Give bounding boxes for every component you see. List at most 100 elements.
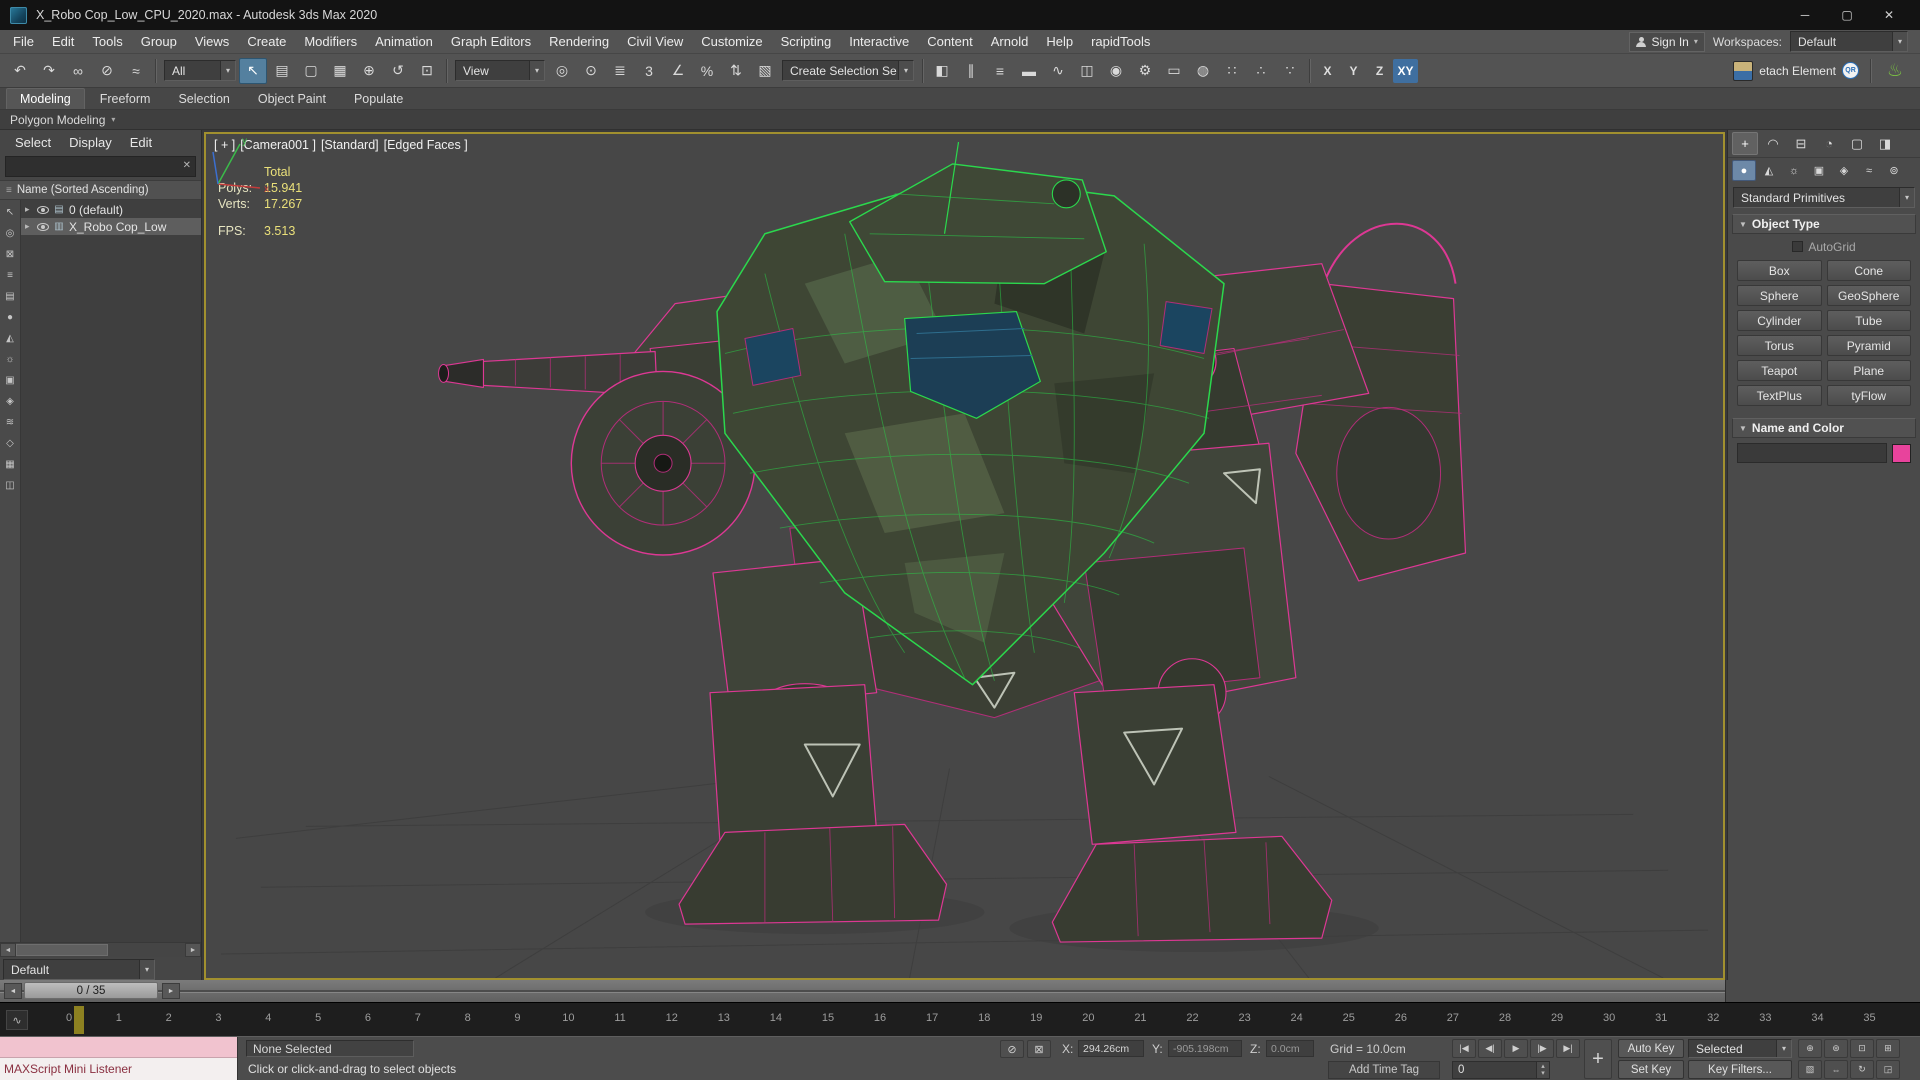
ribbon-tab[interactable]: Selection bbox=[165, 89, 242, 109]
select-and-manipulate-icon[interactable]: ⊙ bbox=[577, 58, 605, 84]
menu-item[interactable]: Edit bbox=[43, 31, 83, 52]
explorer-lock-icon[interactable]: ⊠ bbox=[1, 244, 19, 265]
zoom-all-icon[interactable]: ⊛ bbox=[1824, 1039, 1848, 1058]
expand-arrow-icon[interactable]: ▸ bbox=[25, 221, 33, 232]
menu-item[interactable]: Customize bbox=[692, 31, 771, 52]
time-slider[interactable]: ◄ 0 / 35 ► bbox=[0, 980, 1920, 1002]
explorer-xrefs-filter-icon[interactable]: ◫ bbox=[1, 475, 19, 496]
menu-item[interactable]: File bbox=[4, 31, 43, 52]
object-color-swatch[interactable] bbox=[1892, 443, 1911, 463]
x-coordinate-field[interactable]: 294.26cm bbox=[1078, 1040, 1144, 1057]
shapes-category-icon[interactable]: ◭ bbox=[1757, 160, 1781, 181]
key-filters-button[interactable]: Key Filters... bbox=[1688, 1060, 1792, 1079]
select-by-name-icon[interactable]: ▤ bbox=[268, 58, 296, 84]
scroll-left-icon[interactable]: ◄ bbox=[0, 943, 16, 957]
ribbon-tab[interactable]: Object Paint bbox=[245, 89, 339, 109]
next-frame-button[interactable]: |▶ bbox=[1530, 1039, 1554, 1058]
texture-tool-icon[interactable] bbox=[1733, 60, 1754, 81]
orbit-icon[interactable]: ↻ bbox=[1850, 1060, 1874, 1079]
explorer-shapes-filter-icon[interactable]: ◭ bbox=[1, 328, 19, 349]
explorer-layers-icon[interactable]: ▤ bbox=[1, 286, 19, 307]
next-frame-nudge-icon[interactable]: ► bbox=[162, 983, 180, 999]
motion-tab-icon[interactable]: ◔ bbox=[1816, 132, 1842, 155]
object-name-field[interactable] bbox=[1737, 443, 1887, 463]
timeline-frame-label[interactable]: 19 bbox=[1030, 1012, 1042, 1024]
timeline-frame-label[interactable]: 27 bbox=[1447, 1012, 1459, 1024]
timeline-frame-label[interactable]: 3 bbox=[213, 1012, 223, 1024]
timeline-frame-label[interactable]: 9 bbox=[512, 1012, 522, 1024]
spacewarps-category-icon[interactable]: ≈ bbox=[1857, 160, 1881, 181]
ribbon-tab[interactable]: Freeform bbox=[87, 89, 164, 109]
render-teapot-icon[interactable]: ♨ bbox=[1882, 60, 1908, 81]
app-icon[interactable] bbox=[10, 6, 27, 24]
menu-item[interactable]: Modifiers bbox=[295, 31, 366, 52]
isolate-selection-icon[interactable]: ⊘ bbox=[1000, 1040, 1024, 1058]
geometry-category-icon[interactable]: ● bbox=[1732, 160, 1756, 181]
maxscript-listener-row[interactable]: MAXScript Mini Listener bbox=[0, 1058, 237, 1080]
rectangular-selection-region-icon[interactable]: ▢ bbox=[297, 58, 325, 84]
menu-item[interactable]: Group bbox=[132, 31, 186, 52]
create-tab-icon[interactable]: + bbox=[1732, 132, 1758, 155]
expand-arrow-icon[interactable]: ▸ bbox=[25, 204, 33, 215]
minimize-button[interactable]: ─ bbox=[1784, 0, 1826, 30]
timeline-frame-label[interactable]: 10 bbox=[562, 1012, 574, 1024]
explorer-bones-filter-icon[interactable]: ◇ bbox=[1, 433, 19, 454]
snap-array-icon-3[interactable]: ∵ bbox=[1276, 58, 1304, 84]
render-production-icon[interactable]: ◍ bbox=[1189, 58, 1217, 84]
snap-array-icon-2[interactable]: ∴ bbox=[1247, 58, 1275, 84]
timeline-frame-label[interactable]: 16 bbox=[874, 1012, 886, 1024]
select-and-rotate-icon[interactable]: ↺ bbox=[384, 58, 412, 84]
primitive-button[interactable]: Box bbox=[1737, 260, 1822, 281]
detach-element-label[interactable]: etach Element bbox=[1759, 64, 1836, 78]
redo-icon[interactable]: ↷ bbox=[35, 58, 63, 84]
timeline-frame-label[interactable]: 5 bbox=[313, 1012, 323, 1024]
unlink-selection-icon[interactable]: ⊘ bbox=[93, 58, 121, 84]
menu-item[interactable]: Help bbox=[1037, 31, 1082, 52]
explorer-geometry-filter-icon[interactable]: ● bbox=[1, 307, 19, 328]
visibility-eye-icon[interactable] bbox=[37, 205, 49, 214]
scene-explorer-search-input[interactable] bbox=[5, 156, 196, 177]
select-and-link-icon[interactable]: ∞ bbox=[64, 58, 92, 84]
scene-explorer-tab[interactable]: Display bbox=[62, 133, 119, 152]
maximize-viewport-icon[interactable]: ◲ bbox=[1876, 1060, 1900, 1079]
menu-item[interactable]: Create bbox=[238, 31, 295, 52]
display-tab-icon[interactable]: ▢ bbox=[1844, 132, 1870, 155]
rendered-frame-window-icon[interactable]: ▭ bbox=[1160, 58, 1188, 84]
menu-item[interactable]: Content bbox=[918, 31, 982, 52]
ribbon-tab[interactable]: Modeling bbox=[6, 88, 85, 109]
hierarchy-tab-icon[interactable]: ⊟ bbox=[1788, 132, 1814, 155]
selection-filter-dropdown[interactable]: All ▾ bbox=[164, 60, 236, 81]
zoom-icon[interactable]: ⊕ bbox=[1798, 1039, 1822, 1058]
menu-item[interactable]: rapidTools bbox=[1082, 31, 1159, 52]
lock-selection-icon[interactable]: ⊠ bbox=[1027, 1040, 1051, 1058]
named-selection-sets-icon[interactable]: ▧ bbox=[751, 58, 779, 84]
keyboard-shortcut-override-icon[interactable]: ≣ bbox=[606, 58, 634, 84]
align-icon[interactable]: ∥ bbox=[957, 58, 985, 84]
workspace-dropdown[interactable]: Default ▾ bbox=[1790, 31, 1908, 52]
previous-frame-button[interactable]: ◀| bbox=[1478, 1039, 1502, 1058]
camera-viewport[interactable]: [ + ] [Camera001 ] [Standard] [Edged Fac… bbox=[204, 132, 1725, 980]
mirror-icon[interactable]: ◧ bbox=[928, 58, 956, 84]
selection-set-key-dropdown[interactable]: Selected ▾ bbox=[1688, 1039, 1792, 1058]
bind-to-space-warp-icon[interactable]: ≈ bbox=[122, 58, 150, 84]
scene-explorer-scrollbar[interactable]: ◄ ► bbox=[0, 942, 201, 957]
window-crossing-icon[interactable]: ▦ bbox=[326, 58, 354, 84]
timeline-frame-label[interactable]: 33 bbox=[1759, 1012, 1771, 1024]
curve-editor-icon[interactable]: ∿ bbox=[1044, 58, 1072, 84]
cameras-category-icon[interactable]: ▣ bbox=[1807, 160, 1831, 181]
zoom-region-icon[interactable]: ▧ bbox=[1798, 1060, 1822, 1079]
auto-key-button[interactable]: Auto Key bbox=[1618, 1039, 1684, 1058]
axis-constraint-x-button[interactable]: X bbox=[1315, 59, 1340, 83]
timeline-frame-label[interactable]: 32 bbox=[1707, 1012, 1719, 1024]
time-slider-handle[interactable]: 0 / 35 bbox=[24, 982, 158, 999]
modify-tab-icon[interactable]: ◠ bbox=[1760, 132, 1786, 155]
explorer-pick-icon[interactable]: ↖ bbox=[1, 202, 19, 223]
timeline-frame-label[interactable]: 30 bbox=[1603, 1012, 1615, 1024]
timeline-frame-label[interactable]: 6 bbox=[363, 1012, 373, 1024]
timeline-frame-label[interactable]: 20 bbox=[1082, 1012, 1094, 1024]
menu-item[interactable]: Arnold bbox=[982, 31, 1038, 52]
timeline-frame-label[interactable]: 1 bbox=[114, 1012, 124, 1024]
scene-explorer-tab[interactable]: Edit bbox=[123, 133, 159, 152]
explorer-find-icon[interactable]: ◎ bbox=[1, 223, 19, 244]
maxscript-mini-listener[interactable]: MAXScript Mini Listener bbox=[0, 1037, 238, 1080]
